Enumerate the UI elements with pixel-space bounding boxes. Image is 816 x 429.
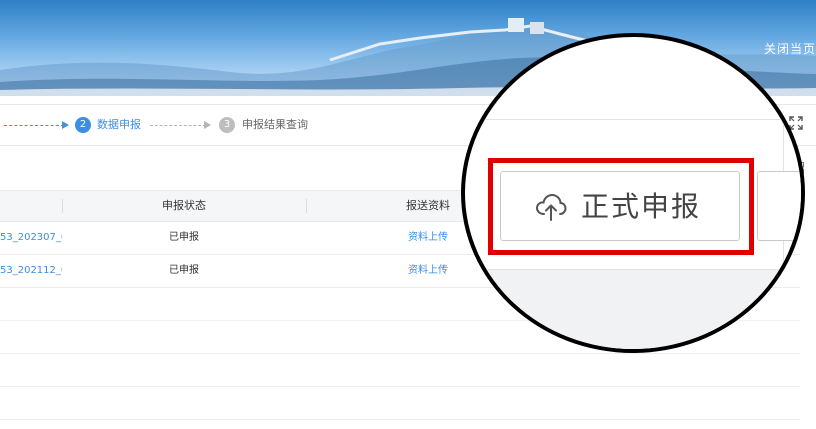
step-arrow-icon — [204, 121, 211, 129]
formal-declare-label: 正式申报 — [581, 190, 702, 223]
magnified-divider — [465, 119, 801, 120]
adjacent-button[interactable] — [757, 171, 801, 241]
column-header-status[interactable]: 申报状态 — [62, 191, 306, 221]
step-3-number: 3 — [219, 117, 235, 133]
close-page-button[interactable]: 关闭当页 — [764, 40, 816, 57]
formal-declare-button[interactable]: 正式申报 — [500, 171, 740, 241]
magnified-table-area — [465, 269, 801, 349]
magnified-divider — [465, 269, 801, 270]
cloud-upload-icon — [535, 193, 567, 221]
declaration-name-link[interactable]: 53_202112_0 — [0, 255, 62, 287]
step-connector — [150, 125, 206, 126]
status-cell: 已申报 — [169, 232, 199, 243]
step-2-number: 2 — [75, 117, 91, 133]
zoom-magnifier: 正式申报 — [461, 33, 805, 353]
empty-table-row — [0, 387, 800, 420]
step-connector — [4, 125, 64, 126]
status-cell: 已申报 — [169, 265, 199, 276]
step-arrow-icon — [62, 121, 69, 129]
declaration-name-link[interactable]: 53_202307_0 — [0, 222, 62, 254]
step-2-label[interactable]: 数据申报 — [97, 117, 141, 133]
step-3-label[interactable]: 申报结果查询 — [242, 117, 308, 133]
empty-table-row — [0, 354, 800, 387]
